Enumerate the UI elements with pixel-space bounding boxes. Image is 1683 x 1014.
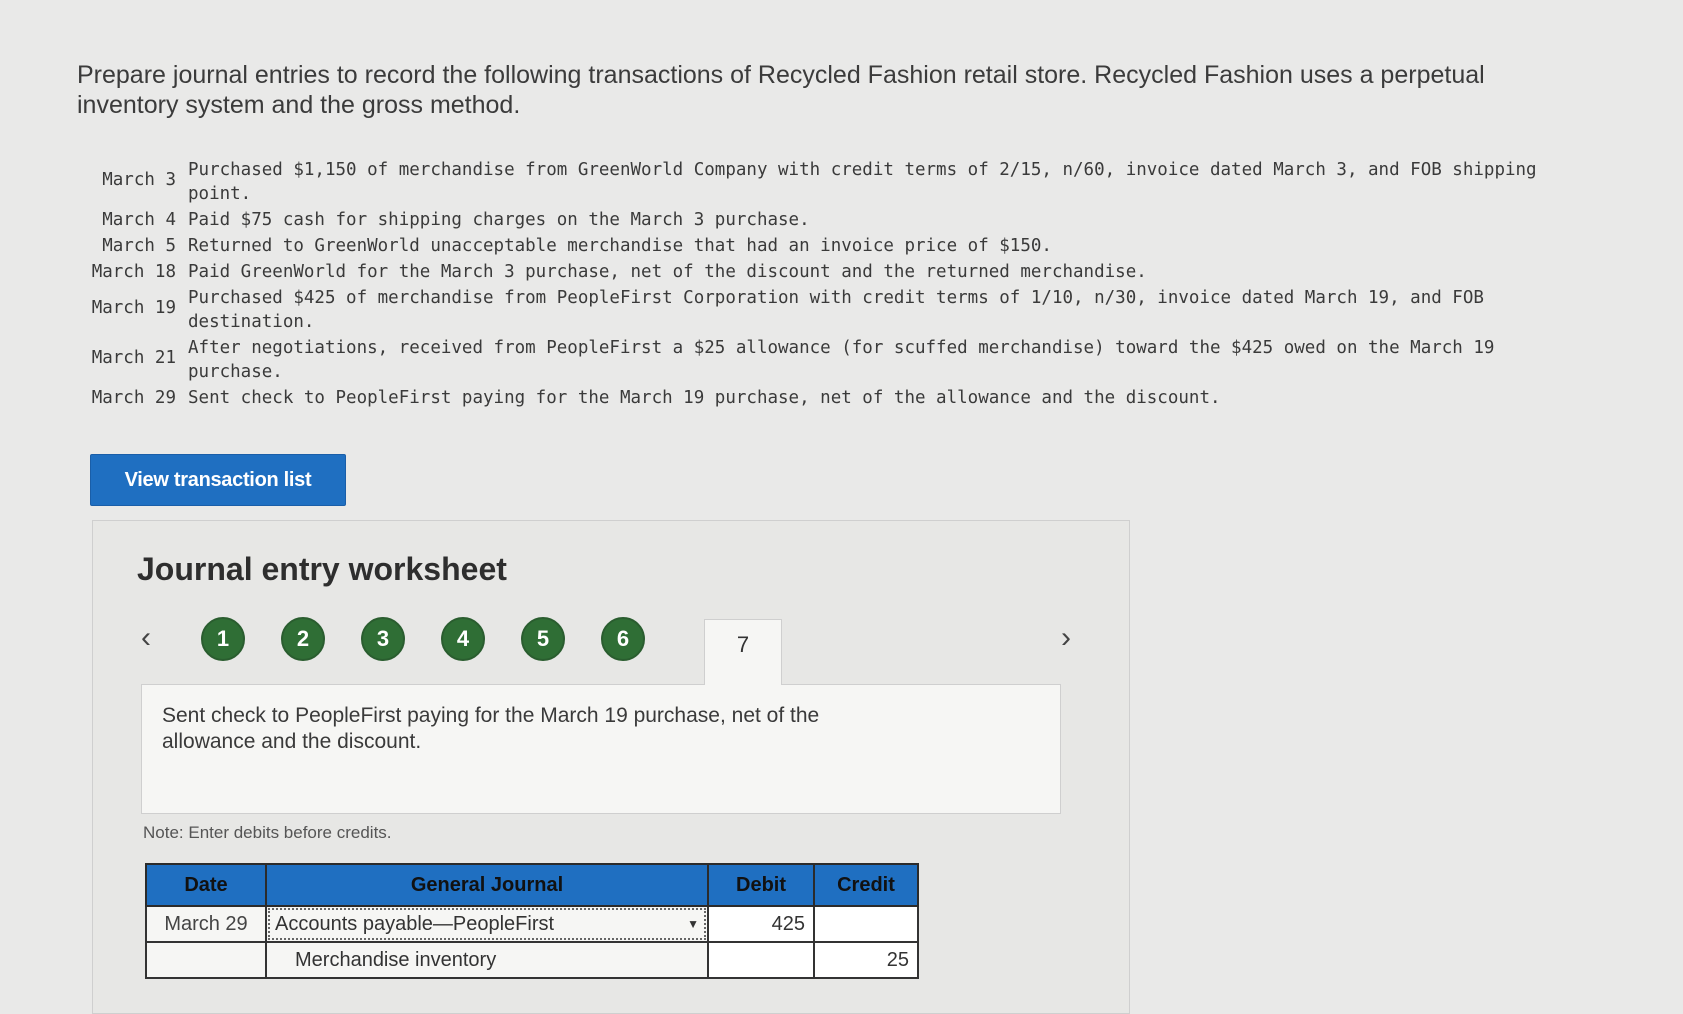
transaction-date: March 5 bbox=[102, 236, 176, 256]
transaction-item: March 29 Sent check to PeopleFirst payin… bbox=[76, 386, 1556, 410]
transaction-item: March 3 Purchased $1,150 of merchandise … bbox=[76, 158, 1556, 206]
debit-input[interactable] bbox=[707, 941, 815, 979]
table-row: Merchandise inventory 25 bbox=[145, 941, 919, 979]
chevron-right-icon[interactable]: › bbox=[1061, 621, 1071, 655]
step-7-tab[interactable]: 7 bbox=[704, 619, 782, 685]
chevron-left-icon[interactable]: ‹ bbox=[141, 621, 151, 655]
transaction-text: After negotiations, received from People… bbox=[188, 338, 1495, 382]
header-date: Date bbox=[145, 863, 267, 907]
date-cell[interactable]: March 29 bbox=[145, 905, 267, 943]
transaction-item: March 5 Returned to GreenWorld unaccepta… bbox=[76, 234, 1556, 258]
worksheet-title: Journal entry worksheet bbox=[137, 551, 507, 587]
transaction-description-box: Sent check to PeopleFirst paying for the… bbox=[141, 684, 1061, 814]
transaction-text: Paid $75 cash for shipping charges on th… bbox=[188, 210, 810, 230]
general-journal-table: Date General Journal Debit Credit March … bbox=[145, 863, 919, 979]
transaction-text: Purchased $425 of merchandise from Peopl… bbox=[188, 288, 1484, 332]
transaction-item: March 18 Paid GreenWorld for the March 3… bbox=[76, 260, 1556, 284]
header-credit: Credit bbox=[813, 863, 919, 907]
step-6-button[interactable]: 6 bbox=[601, 617, 645, 661]
transaction-date: March 29 bbox=[91, 388, 176, 408]
transaction-text: Sent check to PeopleFirst paying for the… bbox=[188, 388, 1221, 408]
step-1-button[interactable]: 1 bbox=[201, 617, 245, 661]
transaction-date: March 18 bbox=[91, 262, 176, 282]
credit-input[interactable]: 25 bbox=[813, 941, 919, 979]
account-select-value: Accounts payable—PeopleFirst bbox=[275, 912, 555, 935]
header-general-journal: General Journal bbox=[265, 863, 709, 907]
transaction-date: March 21 bbox=[91, 348, 176, 368]
step-4-button[interactable]: 4 bbox=[441, 617, 485, 661]
transaction-date: March 4 bbox=[102, 210, 176, 230]
transaction-text: Returned to GreenWorld unacceptable merc… bbox=[188, 236, 1052, 256]
transaction-item: March 4 Paid $75 cash for shipping charg… bbox=[76, 208, 1556, 232]
table-header-row: Date General Journal Debit Credit bbox=[145, 863, 919, 907]
view-transaction-list-button[interactable]: View transaction list bbox=[90, 454, 346, 506]
account-select[interactable]: Merchandise inventory bbox=[265, 941, 709, 979]
account-select[interactable]: Accounts payable—PeopleFirst ▼ bbox=[265, 905, 709, 943]
debit-input[interactable]: 425 bbox=[707, 905, 815, 943]
transaction-text: Paid GreenWorld for the March 3 purchase… bbox=[188, 262, 1147, 282]
transaction-item: March 19 Purchased $425 of merchandise f… bbox=[76, 286, 1556, 334]
dropdown-arrow-icon[interactable]: ▼ bbox=[687, 917, 699, 931]
table-row: March 29 Accounts payable—PeopleFirst ▼ … bbox=[145, 905, 919, 943]
transaction-date: March 3 bbox=[102, 170, 176, 190]
date-cell[interactable] bbox=[145, 941, 267, 979]
transaction-date: March 19 bbox=[91, 298, 176, 318]
transaction-text: Purchased $1,150 of merchandise from Gre… bbox=[188, 160, 1537, 204]
transaction-list: March 3 Purchased $1,150 of merchandise … bbox=[76, 158, 1556, 412]
step-5-button[interactable]: 5 bbox=[521, 617, 565, 661]
transaction-item: March 21 After negotiations, received fr… bbox=[76, 336, 1556, 384]
step-3-button[interactable]: 3 bbox=[361, 617, 405, 661]
step-2-button[interactable]: 2 bbox=[281, 617, 325, 661]
transaction-description: Sent check to PeopleFirst paying for the… bbox=[162, 704, 820, 753]
header-debit: Debit bbox=[707, 863, 815, 907]
account-select-value: Merchandise inventory bbox=[295, 948, 497, 971]
note-text: Note: Enter debits before credits. bbox=[143, 823, 392, 842]
journal-entry-worksheet: Journal entry worksheet ‹ 1 2 3 4 5 6 7 … bbox=[92, 520, 1130, 1014]
credit-input[interactable] bbox=[813, 905, 919, 943]
instructions-text: Prepare journal entries to record the fo… bbox=[77, 61, 1485, 119]
